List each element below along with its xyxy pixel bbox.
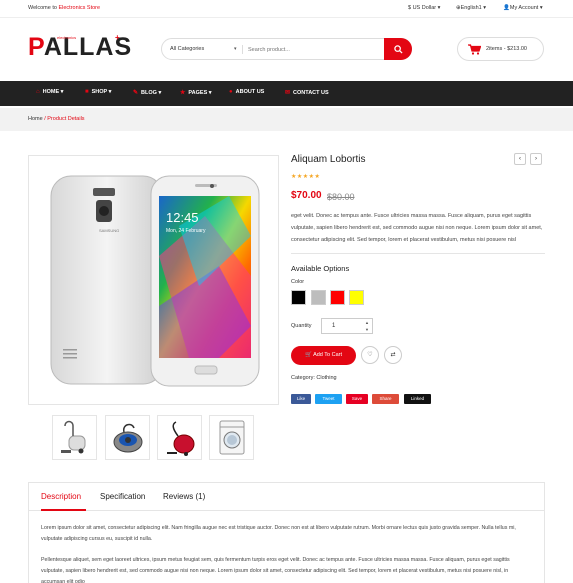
tab-reviews[interactable]: Reviews (1): [163, 492, 205, 501]
svg-text:SAMSUNG: SAMSUNG: [99, 228, 119, 233]
language-dropdown[interactable]: ⊕English1 ▾: [456, 5, 486, 11]
top-bar: Welcome to Electronics Store $ US Dollar…: [0, 0, 573, 18]
cart-icon: 🛒: [304, 352, 312, 358]
nav-shop[interactable]: ■ SHOP ▾: [85, 89, 111, 95]
breadcrumb: Home / Product Details: [0, 108, 573, 131]
logo-star-icon: +: [115, 33, 120, 42]
bag-icon: ■: [85, 89, 89, 95]
prev-product-button[interactable]: ‹: [514, 153, 526, 165]
quantity-stepper[interactable]: 1 ▲ ▼: [321, 318, 373, 334]
search-button[interactable]: [384, 38, 412, 60]
product-price: $70.00: [291, 190, 322, 201]
thumbnail-1[interactable]: [52, 415, 97, 460]
color-swatch-yellow[interactable]: [349, 290, 364, 305]
breadcrumb-home[interactable]: Home: [28, 116, 43, 122]
thumbnail-3[interactable]: [157, 415, 202, 460]
tab-description[interactable]: Description: [41, 492, 81, 501]
heart-icon: ♡: [367, 352, 373, 358]
nav-contact[interactable]: ✉ CONTACT US: [285, 89, 329, 96]
nav-pages[interactable]: ★ PAGES ▾: [180, 89, 212, 96]
chevron-down-icon[interactable]: ▾: [234, 46, 237, 52]
home-icon: ⌂: [36, 89, 40, 95]
category-link[interactable]: Clothing: [316, 375, 336, 381]
product-main-image[interactable]: SAMSUNG 12:45 Mon, 24 February: [28, 155, 279, 405]
next-product-button[interactable]: ›: [530, 153, 542, 165]
thumbnail-4[interactable]: [209, 415, 254, 460]
chevron-up-icon[interactable]: ▲: [365, 320, 369, 325]
quantity-label: Quantity: [291, 323, 312, 329]
mini-cart[interactable]: 2items - $213.00: [457, 37, 544, 61]
pinterest-save-button[interactable]: Save: [346, 394, 368, 404]
color-swatch-red[interactable]: [330, 290, 345, 305]
compare-button[interactable]: ⇄: [384, 346, 402, 364]
search-bar: All Categories ▾: [161, 38, 412, 60]
product-title: Aliquam Lobortis: [291, 154, 366, 165]
options-title: Available Options: [291, 264, 350, 273]
phone-time: 12:45: [166, 210, 199, 225]
chevron-left-icon: ‹: [519, 156, 521, 162]
breadcrumb-current: Product Details: [47, 116, 85, 122]
search-input[interactable]: [248, 43, 378, 56]
logo-subtitle: electronics: [57, 35, 77, 40]
envelope-icon: ✉: [285, 90, 291, 96]
washing-machine-image: [219, 420, 245, 455]
google-share-button[interactable]: Share: [372, 394, 399, 404]
vacuum-image: [113, 423, 143, 453]
tweet-button[interactable]: Tweet: [315, 394, 342, 404]
tab-bar: Description Specification Reviews (1): [29, 483, 544, 511]
chevron-down-icon[interactable]: ▼: [365, 327, 369, 332]
rating-stars: ★★★★★: [291, 174, 321, 180]
user-icon: 👤: [503, 5, 510, 11]
description-paragraph-2: Pellentesque aliquet, sem eget laoreet u…: [41, 557, 510, 583]
nav-blog[interactable]: ✎ BLOG ▾: [133, 89, 161, 96]
thumbnail-2[interactable]: [105, 415, 150, 460]
vacuum-image: [167, 421, 195, 456]
cart-summary: 2items - $213.00: [486, 46, 527, 52]
divider: [242, 45, 243, 54]
vacuum-image: [61, 420, 86, 454]
wishlist-button[interactable]: ♡: [361, 346, 379, 364]
site-logo[interactable]: PALLAS electronics +: [28, 33, 131, 65]
store-name: Electronics Store: [58, 5, 101, 11]
category-select[interactable]: All Categories: [170, 46, 204, 52]
short-description: eget velit. Donec ac tempus ante. Fusce …: [291, 213, 543, 243]
welcome-text: Welcome to Electronics Store: [28, 5, 101, 11]
chevron-right-icon: ›: [535, 156, 537, 162]
pencil-icon: ✎: [133, 90, 139, 96]
currency-dropdown[interactable]: $ US Dollar ▾: [408, 5, 440, 11]
facebook-like-button[interactable]: Like: [291, 394, 311, 404]
product-category: Category: Clothing: [291, 375, 337, 381]
color-swatch-black[interactable]: [291, 290, 306, 305]
old-price: $80.00: [327, 192, 355, 202]
phone-image: SAMSUNG 12:45 Mon, 24 February: [50, 175, 260, 387]
product-tabs: Description Specification Reviews (1) Lo…: [28, 482, 545, 583]
compare-icon: ⇄: [390, 352, 396, 358]
search-icon: [393, 44, 403, 54]
account-dropdown[interactable]: 👤My Account ▾: [503, 5, 543, 11]
tab-specification[interactable]: Specification: [100, 492, 145, 501]
description-paragraph-1: Lorem ipsum dolor sit amet, consectetur …: [41, 525, 516, 542]
active-tab-indicator: [41, 509, 86, 511]
phone-date: Mon, 24 February: [166, 228, 206, 234]
comment-icon: ●: [229, 89, 233, 95]
color-label: Color: [291, 279, 305, 285]
nav-home[interactable]: ⌂ HOME ▾: [36, 89, 63, 95]
star-icon: ★: [180, 90, 186, 96]
cart-icon: [468, 44, 481, 55]
color-swatch-grey[interactable]: [311, 290, 326, 305]
add-to-cart-button[interactable]: 🛒 Add To Cart: [291, 346, 356, 365]
main-nav: ⌂ HOME ▾ ■ SHOP ▾ ✎ BLOG ▾ ★ PAGES ▾ ● ABOUT …: [0, 81, 573, 106]
nav-about[interactable]: ● ABOUT US: [229, 89, 264, 95]
quantity-value[interactable]: 1: [332, 323, 335, 329]
linkedin-button[interactable]: Linked: [404, 394, 431, 404]
divider: [291, 253, 545, 254]
